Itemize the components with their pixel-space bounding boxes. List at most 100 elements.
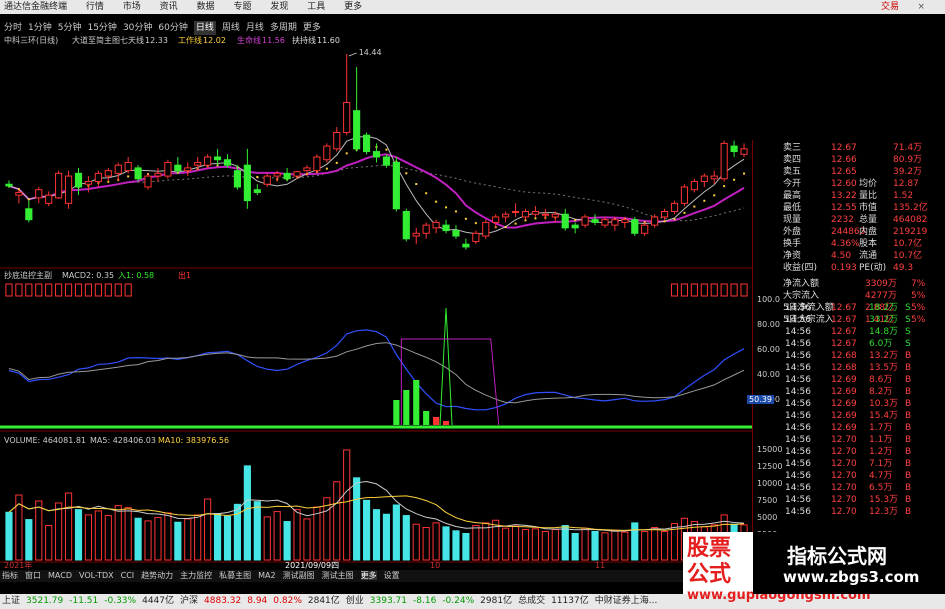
tick-time: 14:56 [785,399,811,409]
indicator-tab-10[interactable]: 测试主图 [322,571,354,580]
title-menu-quote[interactable]: 行情 [86,2,104,12]
period-tab-9[interactable]: 多周期 [270,21,297,35]
volume-bar [482,522,490,561]
indicator-tab-7[interactable]: 私募主图 [219,571,251,580]
tick-row: 14:56 12.69 8.6万 B [753,374,945,386]
volume-bar [541,530,549,561]
indicator-tab-0[interactable]: 指标 [2,571,18,580]
title-menu-market[interactable]: 市场 [123,2,141,12]
period-tab-5[interactable]: 60分钟 [158,21,187,35]
period-tab-2[interactable]: 5分钟 [58,21,82,35]
quote-row: 今开 12.60 均价 12.87 [753,178,945,190]
indicator-tab-3[interactable]: VOL-TDX [79,571,114,580]
indicator-tab-5[interactable]: 趋势动力 [141,571,173,580]
candle-body [680,186,689,204]
period-tab-3[interactable]: 15分钟 [87,21,116,35]
volume-bar [94,510,102,561]
tick-volume: 15.4万 [869,411,899,421]
volume-bar [551,529,559,561]
tick-time: 14:56 [785,447,811,457]
tick-price: 12.69 [831,387,857,397]
quote-value2: 1.52 [893,191,914,201]
title-menu-discover[interactable]: 发现 [270,2,288,12]
title-menu-topic[interactable]: 专题 [233,2,251,12]
title-menu-data[interactable]: 数据 [197,2,215,12]
trade-button[interactable]: 交易 [881,0,899,14]
signal-bar [84,283,93,297]
title-menu-news[interactable]: 资讯 [160,2,178,12]
candle-body [710,175,718,180]
stock-chart: 中科三环(日线) 大道至简主图 七天线 12.33 工作线 12.02 生命线 11.56 扶持… [0,35,752,570]
volume-ma5: MA5: 428406.03 [90,436,156,445]
work-line-dot [534,217,537,220]
title-menu-tools[interactable]: 工具 [307,2,325,12]
tick-row: 14:56 12.67 33.2万 S [753,314,945,326]
tick-row: 14:56 12.70 6.5万 B [753,482,945,494]
volume-bar [323,497,331,561]
candle-body [233,170,242,188]
tick-price: 12.70 [831,435,857,445]
candle-body [154,172,162,177]
candle-body [432,221,440,229]
quote-value: 12.55 [831,203,857,213]
tick-price: 12.67 [831,339,857,349]
candle-body [492,216,500,223]
signal-bar [114,283,122,297]
candle-body [382,156,391,166]
volume-bar [611,529,619,561]
indicator-tab-8[interactable]: MA2 [258,571,275,580]
tick-price: 12.68 [831,351,857,361]
work-line-dot [445,206,448,209]
tick-price: 12.70 [831,447,857,457]
indicator-tab-1[interactable]: 窗口 [25,571,41,580]
status-item: 总成交 [518,596,546,606]
indicator-tab-4[interactable]: CCI [121,571,135,580]
panel2-macd: MACD2: 0.35 [62,271,114,280]
signal-bar [25,283,33,297]
indicator-tab-11[interactable]: 更多 [360,571,377,580]
candle-body [174,164,182,172]
tick-volume: 10.3万 [869,399,899,409]
quote-value: 12.65 [831,167,857,177]
tick-price: 12.69 [831,423,857,433]
tick-price: 12.69 [831,375,857,385]
tick-time: 14:56 [785,423,811,433]
work-line-dot [256,175,259,178]
status-item: -0.24% [442,596,475,606]
status-item: 2841亿 [307,596,340,606]
period-tab-7[interactable]: 周线 [222,21,240,35]
tick-direction: S [905,339,911,349]
work-line-dot [514,222,517,225]
period-tab-4[interactable]: 30分钟 [123,21,152,35]
tick-time: 14:56 [785,375,811,385]
window-titlebar: 通达信金融终端 行情 市场 资讯 数据 专题 发现 工具 更多 交易 × [0,0,945,14]
volume-bar [412,523,420,561]
quote-row: 换手 4.36% 股本 10.7亿 [753,238,945,250]
quote-key: 换手 [783,239,802,249]
period-tab-6[interactable]: 日线 [193,21,216,35]
work-line-dot [325,167,328,170]
indicator-tab-12[interactable]: 设置 [384,571,400,580]
work-line-dot [663,220,666,223]
indicator-tab-9[interactable]: 测试副图 [283,571,315,580]
period-tab-10[interactable]: 更多 [303,21,321,35]
indicator-tab-2[interactable]: MACD [48,571,72,580]
tick-row: 14:56 12.70 4.7万 B [753,470,945,482]
quote-key2: 市值 [859,203,878,213]
quote-key2: 内盘 [859,227,878,237]
tick-volume: 8.6万 [869,375,893,385]
quote-value2: 80.9万 [893,155,923,165]
volume-bar [402,515,410,561]
title-menu-more[interactable]: 更多 [344,2,362,12]
close-icon[interactable]: × [917,0,925,14]
panel2-extra: 出1 [178,270,191,280]
candle-body [621,219,629,223]
quote-value2: 219219 [893,227,928,237]
indicator-tab-6[interactable]: 主力监控 [180,571,212,580]
candle-body [502,213,510,218]
period-tab-1[interactable]: 1分钟 [28,21,52,35]
period-tab-8[interactable]: 月线 [246,21,264,35]
candle-body [343,102,351,133]
quote-row: 现量 2232 总量 464082 [753,214,945,226]
period-tab-0[interactable]: 分时 [4,21,22,35]
